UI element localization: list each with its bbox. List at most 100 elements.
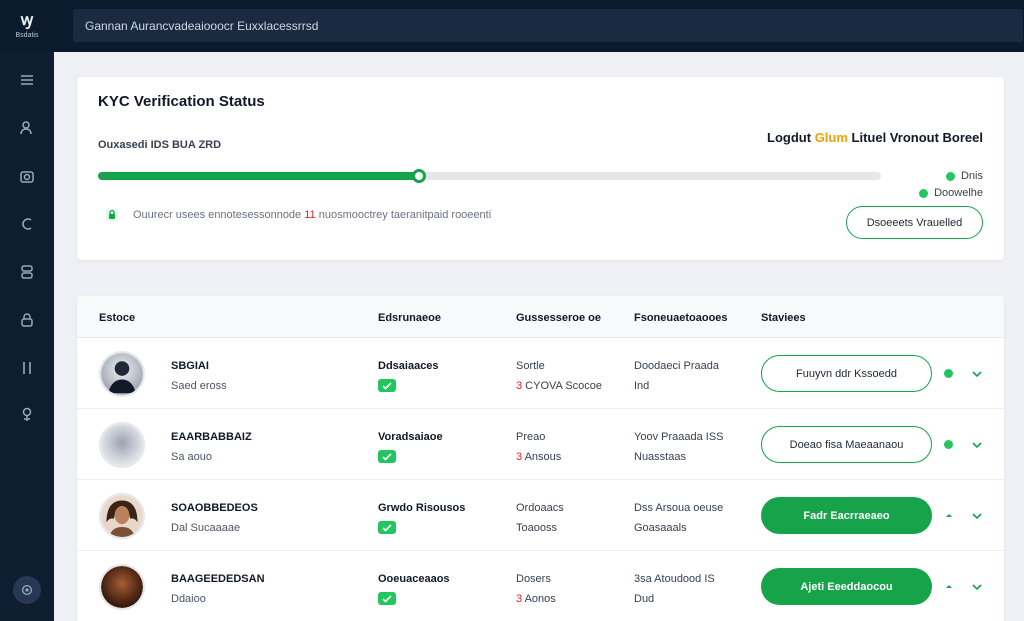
lock-icon[interactable] — [17, 310, 37, 330]
chevron-down-icon[interactable] — [970, 580, 984, 594]
table-row[interactable]: BAAGEEDEDSAN Ddaioo Ooeuaceaaos Dosers 3… — [77, 551, 1004, 621]
legend-title-accent: Glum — [814, 130, 848, 145]
document-type: Ooeuaceaaos — [378, 573, 450, 585]
check-detail-text: Toaooss — [516, 522, 557, 534]
applicant-subtitle: Saed eross — [171, 380, 227, 392]
provider-name: Yoov Praaada ISS — [634, 431, 724, 443]
card-action-button[interactable]: Dsoeeets Vrauelled — [846, 206, 983, 239]
legend-item: Doowelhe — [919, 187, 983, 199]
table-row[interactable]: SOAOBBEDEOS Dal Sucaaaae Grwdo Risousos … — [77, 480, 1004, 551]
document-type: Grwdo Risousos — [378, 502, 466, 514]
search-input[interactable] — [85, 18, 1023, 33]
verified-badge — [378, 379, 396, 392]
avatar — [99, 493, 145, 539]
check-status: Sortle — [516, 360, 545, 372]
shield-lock-icon — [106, 209, 118, 221]
legend-label: Dnis — [960, 170, 983, 182]
sidebar — [0, 52, 54, 621]
chevron-down-icon[interactable] — [970, 509, 984, 523]
progress-knob[interactable] — [412, 169, 427, 183]
check-detail-text: CYOVA Scocoe — [522, 380, 603, 392]
applicant-subtitle: Dal Sucaaaae — [171, 522, 241, 534]
avatar — [99, 422, 145, 468]
provider-detail: Ind — [634, 380, 650, 392]
document-type: Voradsaiaoe — [378, 431, 443, 443]
check-detail: 3 Ansous — [516, 451, 561, 463]
check-detail: 3 Aonos — [516, 593, 556, 605]
provider-detail: Goasaaals — [634, 522, 687, 534]
check-detail: 3 CYOVA Scocoe — [516, 380, 602, 392]
status-dot — [944, 440, 953, 449]
chevron-down-icon[interactable] — [970, 367, 984, 381]
app-logo[interactable]: ꝡ Bsdatis — [0, 0, 54, 52]
location-icon[interactable] — [17, 404, 37, 424]
avatar — [99, 351, 145, 397]
top-bar: ꝡ Bsdatis — [0, 0, 1024, 52]
column-header[interactable]: Fsoneuaetoaooes — [634, 312, 728, 324]
search-bar[interactable] — [73, 9, 1023, 42]
camera-icon[interactable] — [17, 166, 37, 186]
kyc-status-card: KYC Verification Status Ouxasedi IDS BUA… — [77, 77, 1004, 260]
applicant-name: EAARBABBAIZ — [171, 431, 252, 443]
column-header[interactable]: Staviees — [761, 312, 806, 324]
verified-badge — [378, 521, 396, 534]
column-header[interactable]: Gussesseroe oe — [516, 312, 601, 324]
settings-icon[interactable] — [13, 576, 41, 604]
applicant-subtitle: Ddaioo — [171, 593, 206, 605]
legend-dot — [919, 188, 929, 198]
status-dot — [944, 369, 953, 378]
legend-title-start: Logdut — [767, 130, 815, 145]
column-header[interactable]: Edsrunaeoe — [378, 312, 441, 324]
table-header: Estoce Edsrunaeoe Gussesseroe oe Fsoneua… — [77, 296, 1004, 338]
table-row[interactable]: SBGIAI Saed eross Ddsaiaaces Sortle 3 CY… — [77, 338, 1004, 409]
provider-detail: Dud — [634, 593, 655, 605]
menu-icon[interactable] — [17, 70, 37, 90]
verified-badge — [378, 450, 396, 463]
document-type: Ddsaiaaces — [378, 360, 439, 372]
provider-name: 3sa Atoudood IS — [634, 573, 715, 585]
progress-fill — [98, 172, 420, 180]
check-detail: Toaooss — [516, 522, 557, 534]
note-text: Ouurecr usees ennotesessonnode 11 nuosmo… — [133, 209, 491, 221]
provider-detail: Nuasstaas — [634, 451, 686, 463]
layers-icon[interactable] — [17, 262, 37, 282]
check-status: Preao — [516, 431, 546, 443]
verified-badge — [378, 592, 396, 605]
check-status: Ordoaacs — [516, 502, 564, 514]
check-detail-text: Aonos — [522, 593, 556, 605]
caret-up-icon[interactable] — [943, 580, 955, 592]
progress-track — [98, 169, 881, 183]
row-action-button[interactable]: Doeao fisa Maeaanaou — [761, 426, 932, 463]
avatar — [99, 564, 145, 610]
document-icon[interactable] — [17, 358, 37, 378]
legend-title: Logdut Glum Lituel Vronout Boreel — [767, 130, 983, 145]
chevron-down-icon[interactable] — [970, 438, 984, 452]
legend-item: Dnis — [945, 170, 983, 182]
row-action-button[interactable]: Fuuyvn ddr Kssoedd — [761, 355, 932, 392]
applicant-name: SBGIAI — [171, 360, 209, 372]
legend-dot — [945, 171, 955, 181]
table-row[interactable]: EAARBABBAIZ Sa aouo Voradsaiaoe Preao 3 … — [77, 409, 1004, 480]
progress-label: Ouxasedi IDS BUA ZRD — [98, 139, 222, 151]
legend-label: Doowelhe — [934, 187, 983, 199]
card-title: KYC Verification Status — [98, 93, 265, 110]
note-text-end: nuosmooctrey taeranitpaid rooeenti — [315, 209, 492, 221]
c-icon[interactable] — [17, 214, 37, 234]
row-action-button[interactable]: Fadr Eacrraeaeo — [761, 497, 932, 534]
column-header[interactable]: Estoce — [99, 312, 135, 324]
user-check-icon[interactable] — [17, 118, 37, 138]
status-note: Ouurecr usees ennotesessonnode 11 nuosmo… — [104, 207, 491, 223]
provider-name: Dss Arsoua oeuse — [634, 502, 724, 514]
logo-mark: ꝡ — [20, 12, 34, 29]
legend-title-end: Lituel Vronout Boreel — [847, 130, 983, 145]
applicants-table: Estoce Edsrunaeoe Gussesseroe oe Fsoneua… — [77, 296, 1004, 621]
applicant-name: BAAGEEDEDSAN — [171, 573, 265, 585]
logo-text: Bsdatis — [15, 32, 39, 39]
caret-up-icon[interactable] — [943, 509, 955, 521]
provider-name: Doodaeci Praada — [634, 360, 720, 372]
note-text-start: Ouurecr usees ennotesessonnode — [133, 209, 305, 221]
row-action-button[interactable]: Ajeti Eeeddaocou — [761, 568, 932, 605]
note-highlight: 11 — [304, 209, 316, 221]
check-status: Dosers — [516, 573, 551, 585]
check-detail-text: Ansous — [522, 451, 562, 463]
